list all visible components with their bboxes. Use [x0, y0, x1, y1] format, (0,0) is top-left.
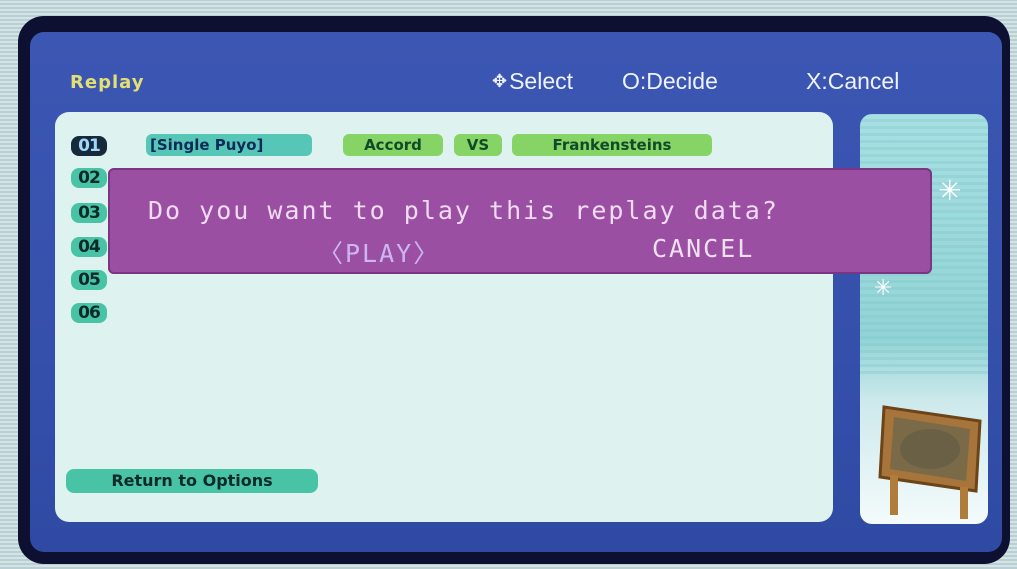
player2-name: Frankensteins — [512, 134, 712, 156]
dialog-message: Do you want to play this replay data? — [148, 196, 779, 225]
replay-slot-03[interactable]: 03 — [71, 203, 107, 223]
replay-mode-tag: [Single Puyo] — [146, 134, 312, 156]
player1-name: Accord — [343, 134, 443, 156]
snowflake-icon: ✳ — [874, 276, 893, 301]
versus-label: VS — [454, 134, 502, 156]
snowflake-icon: ✳ — [938, 174, 962, 207]
play-button[interactable]: 〈PLAY〉 — [318, 234, 440, 270]
cancel-hint: X:Cancel — [806, 68, 900, 94]
return-to-options-button[interactable]: Return to Options — [66, 469, 318, 493]
cancel-button[interactable]: CANCEL — [652, 234, 754, 263]
replay-slot-05[interactable]: 05 — [71, 270, 107, 290]
replay-slot-02[interactable]: 02 — [71, 168, 107, 188]
replay-slot-01[interactable]: 01 — [71, 136, 107, 156]
board-icon — [878, 405, 982, 519]
select-hint: ✥Select — [492, 68, 573, 95]
replay-slot-04[interactable]: 04 — [71, 237, 107, 257]
replay-slot-06[interactable]: 06 — [71, 303, 107, 323]
decide-hint: O:Decide — [622, 68, 718, 94]
select-hint-label: Select — [509, 68, 574, 94]
screen-title: Replay — [70, 72, 145, 93]
dpad-icon: ✥ — [492, 71, 508, 91]
